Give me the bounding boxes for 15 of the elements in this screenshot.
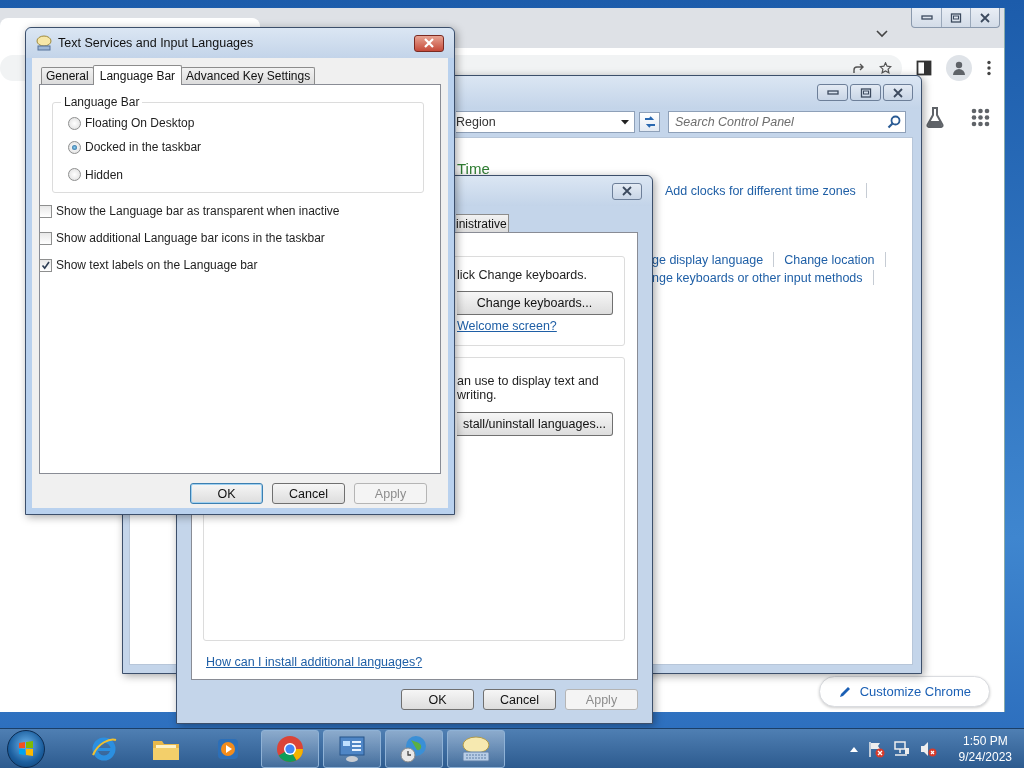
option-label: Floating On Desktop: [85, 116, 195, 131]
description-text: an use to display text and: [457, 374, 600, 388]
dialog-button: Apply: [354, 483, 427, 504]
instruction-text: lick Change keyboards.: [457, 268, 588, 282]
option-label: Show the Language bar as transparent when inactive: [56, 204, 340, 218]
group-label: Language Bar: [61, 95, 143, 109]
option-label: Docked in the taskbar: [85, 140, 202, 155]
option-label: Hidden: [85, 167, 124, 182]
dialog-button: Apply: [565, 689, 638, 710]
section-heading: Time: [457, 160, 491, 177]
option-label: Show text labels on the Language bar: [56, 258, 258, 272]
address-text: Region: [456, 115, 496, 129]
window-title: Text Services and Input Languages: [58, 36, 255, 50]
option-label: Show additional Language bar icons in the taskbar: [56, 231, 325, 245]
description-text: writing.: [457, 388, 498, 402]
